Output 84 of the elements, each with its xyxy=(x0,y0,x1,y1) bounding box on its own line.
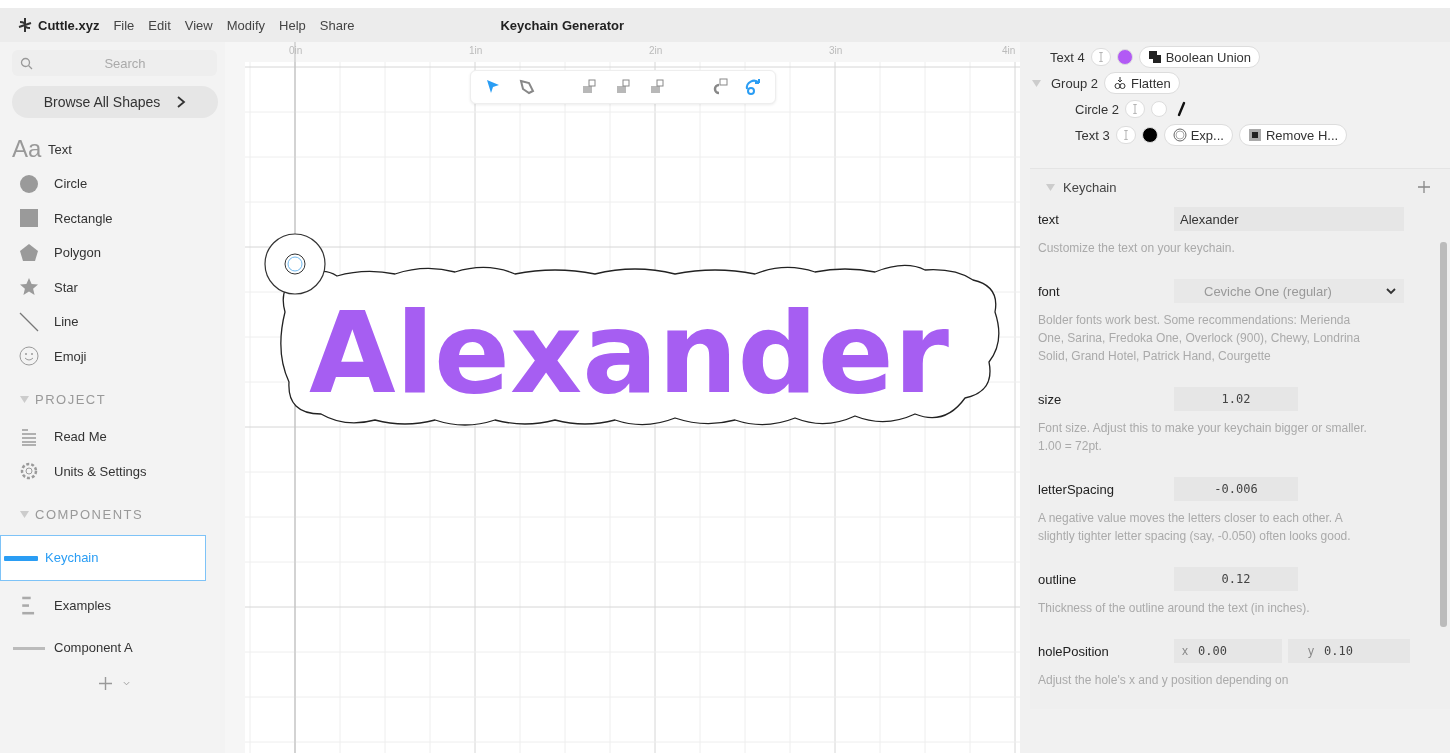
shape-item[interactable]: Emoji xyxy=(54,348,87,364)
collapse-triangle-icon[interactable] xyxy=(20,510,29,519)
logo-icon xyxy=(16,16,34,34)
color-swatch[interactable] xyxy=(1151,101,1168,117)
parameter-help: A negative value moves the letters closer to each other. A slightly tighter letter spacing (say, -0.050) often looks good. xyxy=(1037,510,1352,545)
sidebar-item[interactable]: Examples xyxy=(12,580,217,631)
color-swatch[interactable] xyxy=(1141,127,1158,143)
search-input[interactable]: Search xyxy=(41,54,209,72)
sidebar-item[interactable]: Units & Settings xyxy=(12,454,217,489)
pentagon-icon xyxy=(18,241,40,264)
shape-item[interactable]: Circle xyxy=(54,176,88,192)
parameter-name: text xyxy=(1038,211,1060,227)
ruler-label: 3in xyxy=(829,45,843,56)
menu-item[interactable]: Help xyxy=(279,17,306,33)
text-icon: Aa xyxy=(12,137,42,162)
text-cursor-icon[interactable] xyxy=(1090,48,1111,66)
keyring-hole-drawing[interactable] xyxy=(264,233,326,295)
menu-item[interactable]: View xyxy=(184,17,213,33)
text-input[interactable]: Alexander xyxy=(1174,207,1404,231)
layer-name[interactable]: Circle 2 xyxy=(1075,101,1120,117)
number-input[interactable]: 1.02 xyxy=(1174,387,1298,411)
rotate-icon[interactable] xyxy=(743,77,763,97)
document-title: Keychain Generator xyxy=(500,17,624,33)
square-icon xyxy=(1247,128,1262,142)
scrollbar[interactable] xyxy=(1440,242,1447,627)
collapse-triangle-icon[interactable] xyxy=(1032,78,1041,88)
search-field[interactable]: Search xyxy=(12,50,217,76)
shape-item[interactable]: Polygon xyxy=(54,245,101,261)
circle-icon xyxy=(18,172,40,195)
menu-item[interactable]: Edit xyxy=(148,17,171,33)
action-chip[interactable]: Flatten xyxy=(1104,72,1180,94)
sidebar-item[interactable]: Read Me xyxy=(12,419,217,454)
section-heading: PROJECT xyxy=(35,392,107,407)
parameter-name: outline xyxy=(1038,571,1078,587)
collapse-triangle-icon[interactable] xyxy=(20,395,29,404)
shape-item[interactable]: Star xyxy=(54,279,78,295)
section-heading: COMPONENTS xyxy=(35,507,144,522)
chevron-down-icon xyxy=(1386,287,1396,295)
chevron-right-icon xyxy=(176,96,187,108)
action-chip[interactable]: Boolean Union xyxy=(1138,46,1260,68)
parameter-help: Adjust the hole's x and y position depending on xyxy=(1037,672,1290,689)
number-input[interactable]: 0.12 xyxy=(1174,567,1298,591)
add-icon[interactable] xyxy=(1418,181,1430,193)
layer-name[interactable]: Text 3 xyxy=(1075,127,1110,143)
action-chip[interactable]: Remove H... xyxy=(1238,124,1348,146)
shape-item[interactable]: Rectangle xyxy=(54,210,113,226)
add-icon[interactable] xyxy=(98,677,112,690)
parameter-help: Customize the text on your keychain. xyxy=(1037,240,1236,257)
text-cursor-icon[interactable] xyxy=(1125,100,1146,118)
shape-item[interactable]: Text xyxy=(48,141,72,157)
parameter-name: font xyxy=(1038,283,1061,299)
parameter-help: Thickness of the outline around the text (in inches). xyxy=(1037,600,1311,617)
color-swatch[interactable] xyxy=(1116,49,1133,65)
ring-icon xyxy=(1172,128,1187,142)
menu-item[interactable]: File xyxy=(113,17,135,33)
browse-shapes-button[interactable]: Browse All Shapes xyxy=(12,86,218,118)
text-cursor-icon[interactable] xyxy=(1115,126,1136,144)
number-input[interactable]: -0.006 xyxy=(1174,477,1298,501)
parameter-name: holePosition xyxy=(1038,643,1110,659)
parameter-help: Font size. Adjust this to make your keychain bigger or smaller. 1.00 = 72pt. xyxy=(1037,420,1368,455)
keychain-outline[interactable] xyxy=(280,264,1000,426)
union-icon xyxy=(1147,50,1162,64)
parameter-name: size xyxy=(1038,391,1063,407)
layer-name[interactable]: Text 4 xyxy=(1050,49,1085,65)
menu-item[interactable]: Share xyxy=(319,17,355,33)
shape-item[interactable]: Line xyxy=(54,314,79,330)
number-input[interactable]: x 0.00 xyxy=(1174,639,1282,663)
action-chip[interactable]: Exp... xyxy=(1163,124,1233,146)
search-icon xyxy=(20,56,33,70)
collapse-triangle-icon[interactable] xyxy=(1046,182,1055,192)
layer-name[interactable]: Group 2 xyxy=(1051,75,1098,91)
line-icon xyxy=(18,310,40,333)
square-icon xyxy=(18,207,40,230)
smiley-icon xyxy=(18,345,40,368)
parameter-name: letterSpacing xyxy=(1038,481,1115,497)
app-name[interactable]: Cuttle.xyz xyxy=(38,17,100,33)
menu-item[interactable]: Modify xyxy=(226,17,265,33)
parameter-help: Bolder fonts work best. Some recommendations: Merienda One, Sarina, Fredoka One, Overlock (900), Chewy, Londrina Solid, Grand Hotel, Patrick Hand, Courgette xyxy=(1037,312,1361,365)
number-input[interactable]: y 0.10 xyxy=(1288,639,1410,663)
component-title: Keychain xyxy=(1063,179,1117,195)
sidebar-item[interactable]: Component A xyxy=(12,630,217,665)
ruler-label: 4in xyxy=(1002,45,1016,56)
keychain-text[interactable]: Alexander xyxy=(309,288,949,418)
flatten-icon xyxy=(1113,76,1127,90)
